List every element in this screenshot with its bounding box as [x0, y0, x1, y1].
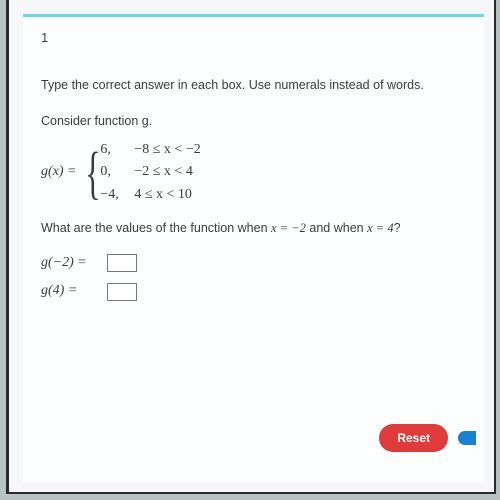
prompt-pre: What are the values of the function when [41, 221, 271, 235]
case-condition: −8 ≤ x < −2 [134, 140, 200, 160]
prompt-x2: x = 4 [367, 221, 393, 235]
button-bar: Reset [379, 424, 476, 452]
instruction-text: Type the correct answer in each box. Use… [41, 76, 476, 94]
case-value: 0, [100, 162, 134, 182]
input-label: g(−2) = [41, 253, 107, 273]
input-row: g(−2) = [41, 253, 476, 273]
case-row: 6, −8 ≤ x < −2 [100, 140, 200, 160]
case-row: −4, 4 ≤ x < 10 [100, 185, 200, 205]
prompt-mid: and when [306, 221, 367, 235]
answer-input-2[interactable] [107, 283, 137, 301]
input-row: g(4) = [41, 281, 476, 301]
prompt-x1: x = −2 [271, 221, 306, 235]
case-row: 0, −2 ≤ x < 4 [100, 162, 200, 182]
answer-input-1[interactable] [107, 254, 137, 272]
consider-text: Consider function g. [41, 112, 476, 130]
case-condition: 4 ≤ x < 10 [134, 185, 192, 205]
brace-icon: { [85, 147, 100, 199]
answer-inputs: g(−2) = g(4) = [41, 253, 476, 302]
next-button[interactable] [458, 431, 476, 445]
case-value: 6, [100, 140, 134, 160]
question-number: 1 [41, 29, 476, 48]
screen-frame: 1 Type the correct answer in each box. U… [6, 0, 496, 494]
piecewise-function: g(x) = { 6, −8 ≤ x < −2 0, −2 ≤ x < 4 −4… [41, 140, 476, 205]
case-value: −4, [100, 185, 134, 205]
question-card: 1 Type the correct answer in each box. U… [23, 14, 484, 482]
prompt-post: ? [394, 221, 401, 235]
input-label: g(4) = [41, 281, 107, 301]
question-prompt: What are the values of the function when… [41, 219, 476, 237]
function-lhs: g(x) = [41, 162, 77, 182]
reset-button[interactable]: Reset [379, 424, 448, 452]
piecewise-cases: 6, −8 ≤ x < −2 0, −2 ≤ x < 4 −4, 4 ≤ x <… [100, 140, 200, 205]
case-condition: −2 ≤ x < 4 [134, 162, 192, 182]
